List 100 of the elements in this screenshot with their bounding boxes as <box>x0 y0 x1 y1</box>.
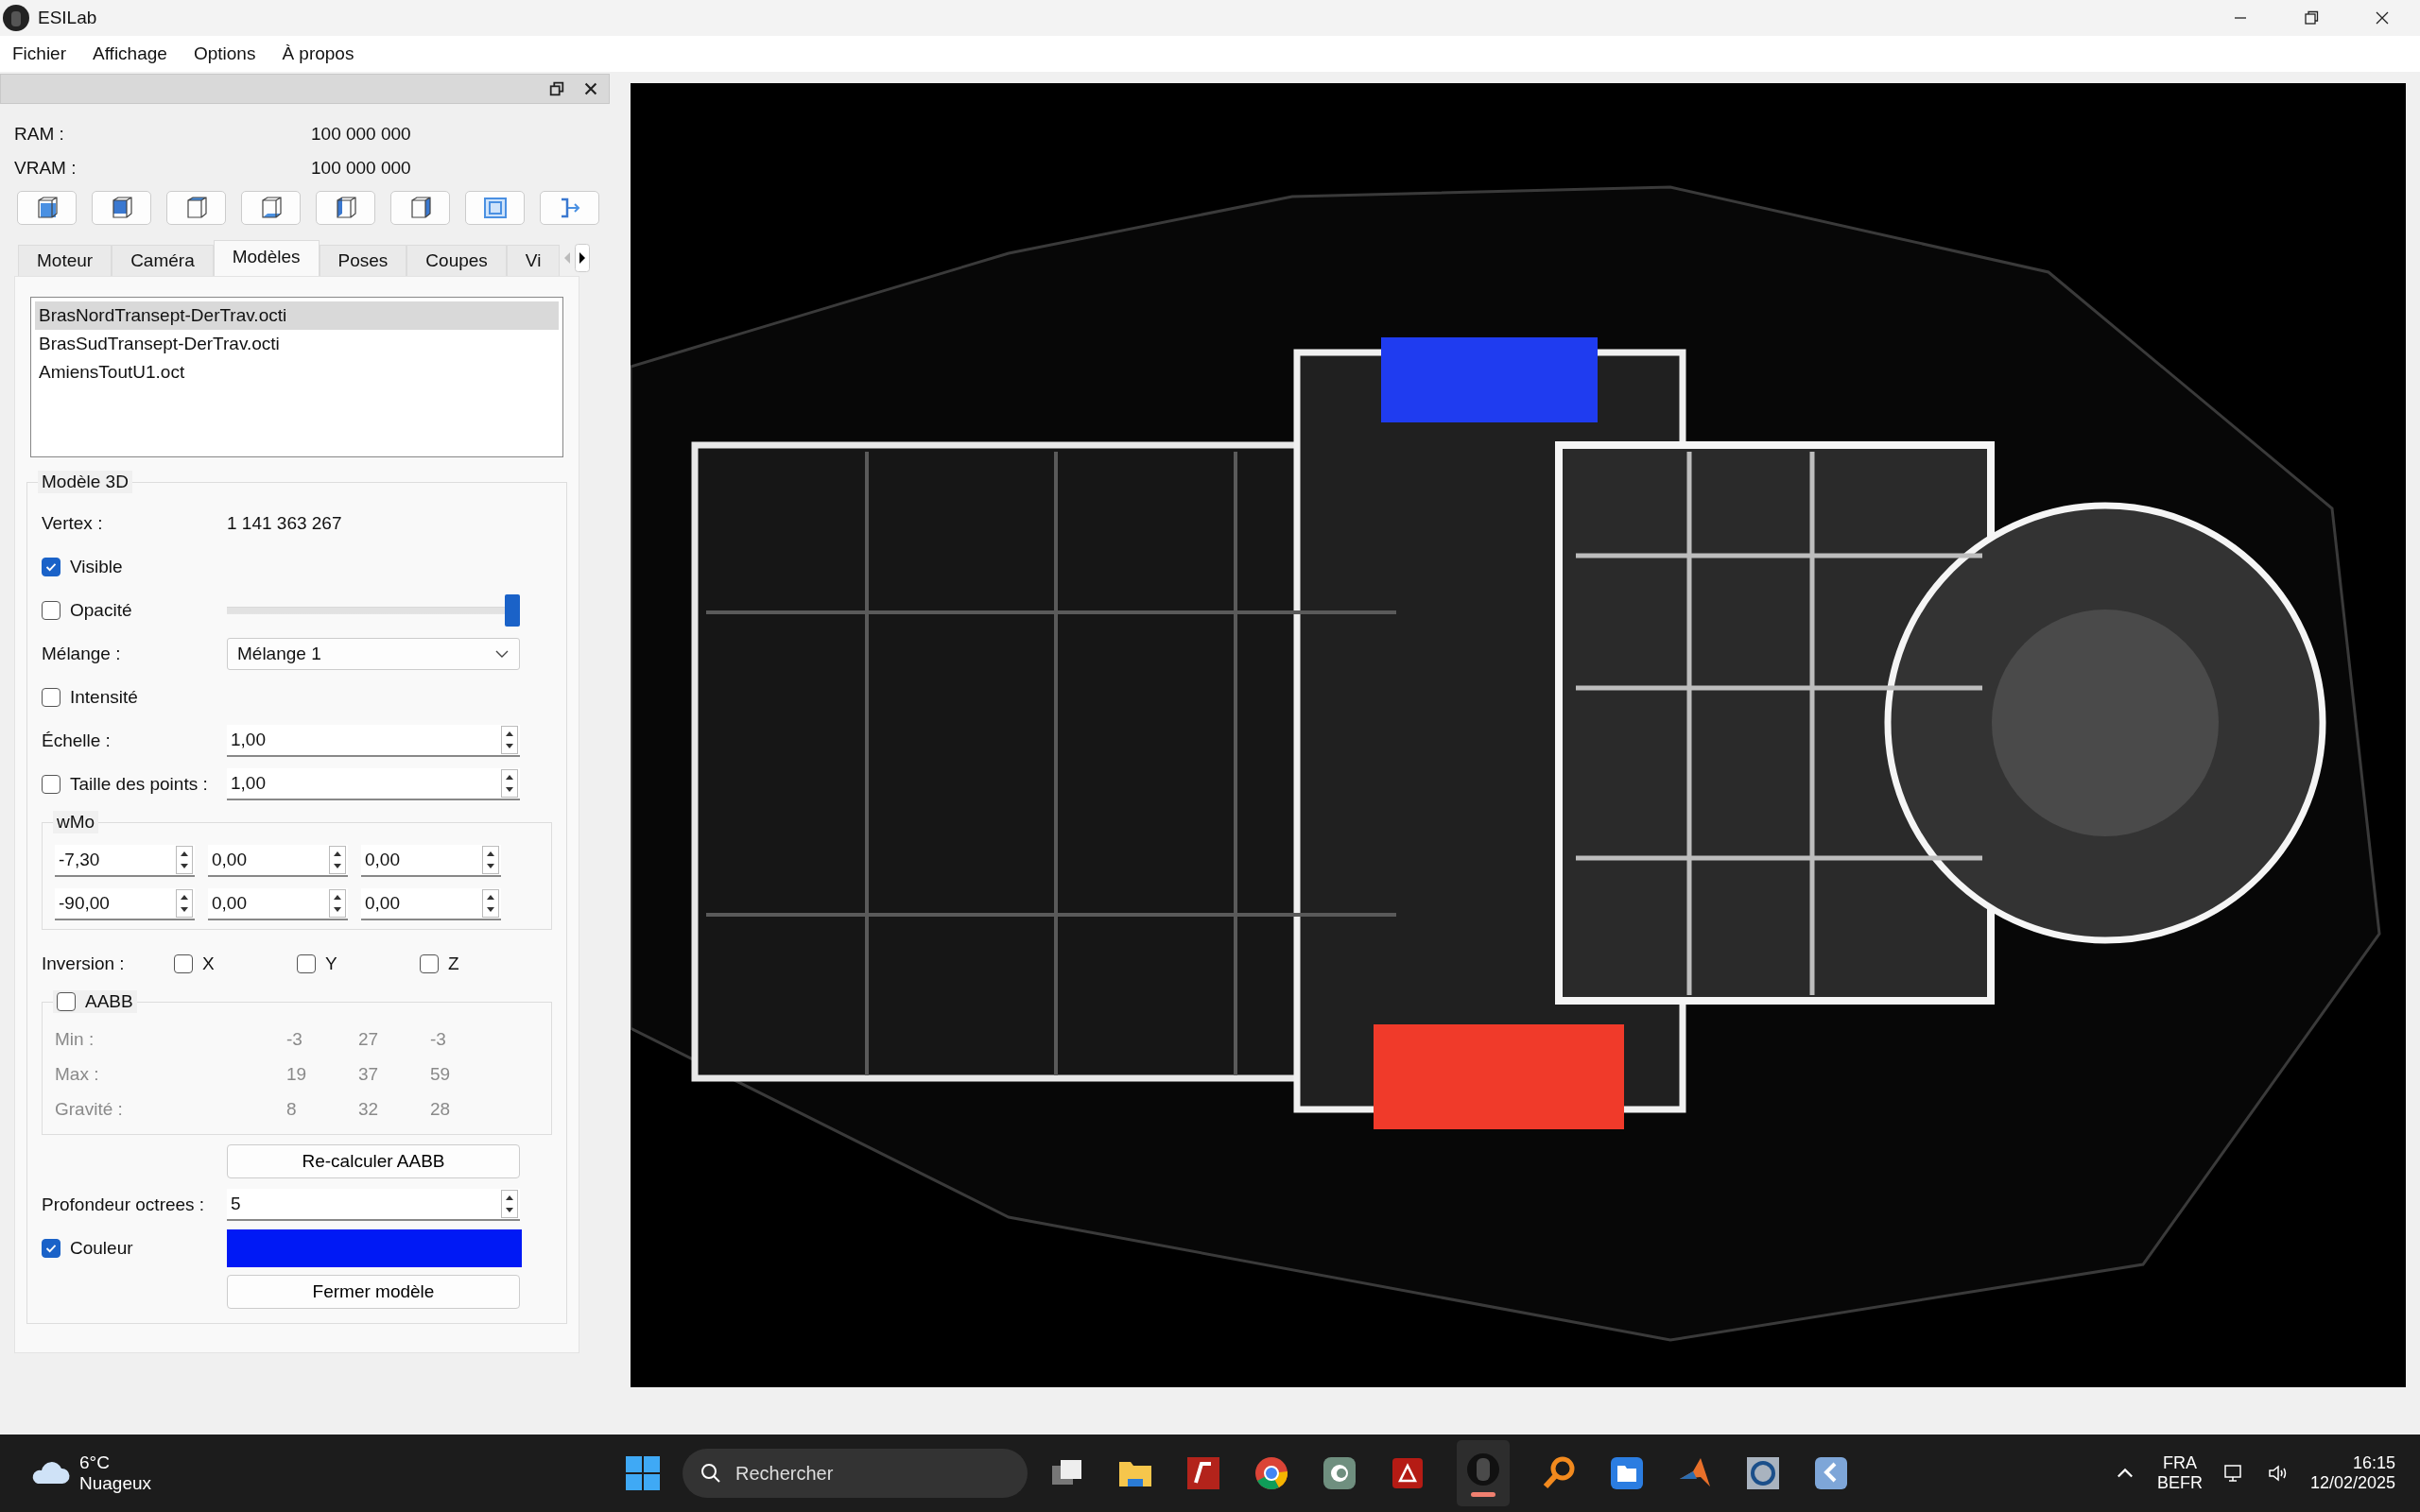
checkbox[interactable] <box>174 954 193 973</box>
checkbox[interactable] <box>297 954 316 973</box>
spin-arrows-icon[interactable] <box>176 846 193 874</box>
number-field[interactable]: 1,00 <box>227 725 520 757</box>
view-button[interactable] <box>92 191 151 225</box>
chevron-down-icon <box>494 649 510 659</box>
spin-arrows-icon[interactable] <box>329 889 346 918</box>
restore-icon[interactable] <box>2302 9 2321 27</box>
view-button[interactable] <box>166 191 226 225</box>
weather-text: Nuageux <box>79 1473 152 1494</box>
value-text: 32 <box>358 1098 380 1120</box>
memory-label: VRAM : <box>14 158 78 179</box>
value-text: 27 <box>358 1028 380 1050</box>
spin-arrows-icon[interactable] <box>482 889 499 918</box>
list-item[interactable]: BrasSudTransept-DerTrav.octi <box>35 330 559 358</box>
checkbox[interactable] <box>42 688 60 707</box>
menu-item[interactable]: Options <box>193 43 256 64</box>
active-indicator <box>1471 1491 1495 1497</box>
export-button[interactable] <box>540 191 599 225</box>
color-swatch[interactable] <box>227 1229 522 1267</box>
menu-item[interactable]: À propos <box>282 43 354 64</box>
checkbox-label: Intensité <box>70 687 138 708</box>
view-button[interactable] <box>241 191 301 225</box>
view-button[interactable] <box>316 191 375 225</box>
list-item[interactable]: AmiensToutU1.oct <box>35 358 559 387</box>
slider-thumb[interactable] <box>505 594 520 627</box>
search-icon <box>700 1462 722 1485</box>
tab[interactable]: Coupes <box>406 245 507 276</box>
group-title: wMo <box>53 811 99 833</box>
number-field[interactable]: 0,00 <box>361 888 501 920</box>
view-button[interactable] <box>390 191 450 225</box>
number-field[interactable]: 0,00 <box>208 845 348 877</box>
clock[interactable]: 16:15 12/02/2025 <box>2309 1453 2395 1493</box>
checkbox[interactable] <box>42 558 60 576</box>
number-field[interactable]: 0,00 <box>208 888 348 920</box>
field-label: Échelle : <box>42 730 112 751</box>
search-field[interactable]: Rechercher <box>683 1449 1028 1498</box>
field-label: Min : <box>55 1028 95 1050</box>
spin-arrows-icon[interactable] <box>501 1190 518 1218</box>
view-button[interactable] <box>17 191 77 225</box>
spin-arrows-icon[interactable] <box>501 769 518 798</box>
value-text: -3 <box>430 1028 447 1050</box>
spin-arrows-icon[interactable] <box>176 889 193 918</box>
float-icon[interactable] <box>548 80 565 97</box>
checkbox[interactable] <box>42 775 60 794</box>
memory-value: 100 000 000 <box>311 158 411 179</box>
folder-icon[interactable] <box>1608 1454 1646 1492</box>
spin-arrows-icon[interactable] <box>329 846 346 874</box>
checkbox-label: Taille des points : <box>70 774 208 795</box>
field-label: Gravité : <box>55 1098 124 1120</box>
app-icon[interactable] <box>1321 1454 1358 1492</box>
number-field[interactable]: 1,00 <box>227 768 520 800</box>
checkbox-label: AABB <box>85 990 133 1013</box>
field-label: Inversion : <box>42 954 126 974</box>
spin-arrows-icon[interactable] <box>501 726 518 754</box>
fit-view-button[interactable] <box>465 191 525 225</box>
checkbox-label: Couleur <box>70 1238 133 1259</box>
tab[interactable]: Caméra <box>112 245 214 276</box>
checkbox-label: Z <box>448 954 459 974</box>
list-item[interactable]: BrasNordTransept-DerTrav.octi <box>35 301 559 330</box>
dropdown[interactable]: Mélange 1 <box>227 638 520 670</box>
tab[interactable]: Vi <box>506 245 561 276</box>
taskbar-app[interactable] <box>1457 1440 1510 1506</box>
tab[interactable]: Moteur <box>18 245 112 276</box>
field-label: Max : <box>55 1063 100 1085</box>
value-text: -3 <box>286 1028 303 1050</box>
close-icon[interactable] <box>582 80 599 97</box>
value-text: 19 <box>286 1063 308 1085</box>
checkbox[interactable] <box>420 954 439 973</box>
app-icon[interactable] <box>1184 1454 1222 1492</box>
checkbox-label: X <box>202 954 215 974</box>
browser-icon[interactable] <box>1253 1454 1290 1492</box>
app-icon[interactable] <box>1812 1454 1850 1492</box>
close-model-button[interactable]: Fermer modèle <box>227 1275 520 1309</box>
field-label: Profondeur octrees : <box>42 1194 206 1215</box>
tab[interactable]: Poses <box>319 245 407 276</box>
value-text: 28 <box>430 1098 452 1120</box>
number-field[interactable]: -90,00 <box>55 888 195 920</box>
start-icon[interactable] <box>624 1454 662 1492</box>
temperature: 6°C <box>79 1452 111 1473</box>
number-field[interactable]: -7,30 <box>55 845 195 877</box>
menu-item[interactable]: Fichier <box>12 43 66 64</box>
menu-item[interactable]: Affichage <box>93 43 167 64</box>
checkbox[interactable] <box>42 601 60 620</box>
app-icon[interactable] <box>1744 1454 1782 1492</box>
vertex-count: 1 141 363 267 <box>227 513 342 534</box>
number-field[interactable]: 0,00 <box>361 845 501 877</box>
checkbox[interactable] <box>57 992 76 1011</box>
spin-arrows-icon[interactable] <box>482 846 499 874</box>
recalculate-button[interactable]: Re-calculer AABB <box>227 1144 520 1178</box>
field-label: Vertex : <box>42 513 104 534</box>
memory-label: RAM : <box>14 124 65 145</box>
language-indicator[interactable]: FRA BEFR <box>2156 1453 2203 1493</box>
number-field[interactable]: 5 <box>227 1189 520 1221</box>
checkbox-label: Y <box>325 954 337 974</box>
checkbox[interactable] <box>42 1239 60 1258</box>
value-text: 37 <box>358 1063 380 1085</box>
memory-value: 100 000 000 <box>311 124 411 145</box>
scroll-right-icon[interactable] <box>575 244 591 272</box>
tab[interactable]: Modèles <box>213 240 320 276</box>
